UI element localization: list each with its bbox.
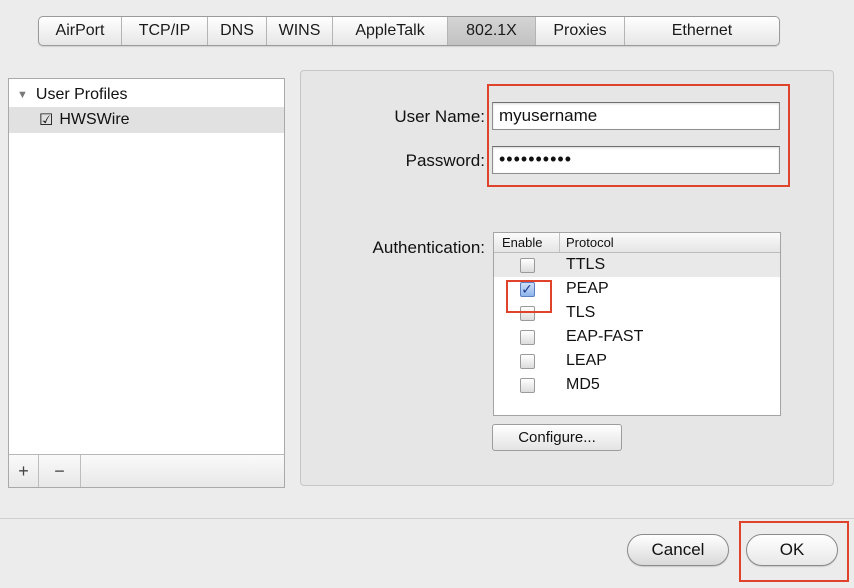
tls-checkbox[interactable] [519,305,535,321]
protocol-name: LEAP [566,352,607,369]
add-profile-button[interactable]: + [9,455,39,487]
user-profiles-list: ▼ User Profiles ☑ HWSWire [8,78,285,458]
protocol-name: MD5 [566,376,600,393]
protocol-column-header[interactable]: Protocol [560,235,614,250]
cancel-button[interactable]: Cancel [627,534,729,566]
profile-enabled-checkbox[interactable]: ☑ [39,110,53,130]
tab-label: Proxies [553,22,607,39]
user-profiles-group[interactable]: ▼ User Profiles [9,83,284,107]
tab-wins[interactable]: WINS [267,17,333,45]
protocol-name: PEAP [566,280,609,297]
tab-dns[interactable]: DNS [208,17,267,45]
protocol-name: TTLS [566,256,606,273]
tab-label: 802.1X [466,22,517,39]
profile-list-toolbar: + − [8,454,285,488]
user-profiles-heading: User Profiles [35,86,128,103]
tab-label: WINS [278,22,321,39]
protocol-name: EAP-FAST [566,328,644,345]
tab-bar: AirPort TCP/IP DNS WINS AppleTalk 802.1X… [38,16,780,46]
password-field[interactable]: •••••••••• [492,146,780,174]
checkmark-icon: ✓ [521,281,533,297]
tab-ethernet[interactable]: Ethernet [625,17,779,45]
tab-label: AppleTalk [355,22,425,39]
password-label: Password: [405,151,485,170]
remove-profile-button[interactable]: − [39,455,81,487]
tab-tcpip[interactable]: TCP/IP [122,17,208,45]
leap-checkbox[interactable] [519,353,535,369]
profile-item-hwswire[interactable]: ☑ HWSWire [9,107,284,133]
tab-label: AirPort [55,22,105,39]
tab-airport[interactable]: AirPort [39,17,122,45]
tab-label: Ethernet [671,22,733,39]
tab-8021x[interactable]: 802.1X [448,17,536,45]
disclosure-triangle-icon[interactable]: ▼ [17,89,28,101]
table-row[interactable]: MD5 [494,373,780,397]
table-row[interactable]: TTLS [494,253,780,277]
tab-label: DNS [220,22,254,39]
md5-checkbox[interactable] [519,377,535,393]
authentication-table: Enable Protocol TTLS ✓ PEAP TLS EAP-FAST… [493,232,781,416]
enable-column-header[interactable]: Enable [494,233,560,252]
username-field[interactable]: myusername [492,102,780,130]
eap-fast-checkbox[interactable] [519,329,535,345]
configure-button[interactable]: Configure... [492,424,622,451]
tab-proxies[interactable]: Proxies [536,17,625,45]
divider [0,518,854,519]
table-row[interactable]: ✓ PEAP [494,277,780,301]
protocol-name: TLS [566,304,596,321]
table-row[interactable]: EAP-FAST [494,325,780,349]
ttls-checkbox[interactable] [519,257,535,273]
profile-item-label: HWSWire [59,111,130,128]
tab-appletalk[interactable]: AppleTalk [333,17,448,45]
peap-checkbox[interactable]: ✓ [519,281,535,297]
authentication-label: Authentication: [372,238,485,257]
table-header: Enable Protocol [494,233,780,253]
ok-button[interactable]: OK [746,534,838,566]
table-row[interactable]: LEAP [494,349,780,373]
username-label: User Name: [394,107,485,126]
table-row[interactable]: TLS [494,301,780,325]
tab-label: TCP/IP [138,22,191,39]
